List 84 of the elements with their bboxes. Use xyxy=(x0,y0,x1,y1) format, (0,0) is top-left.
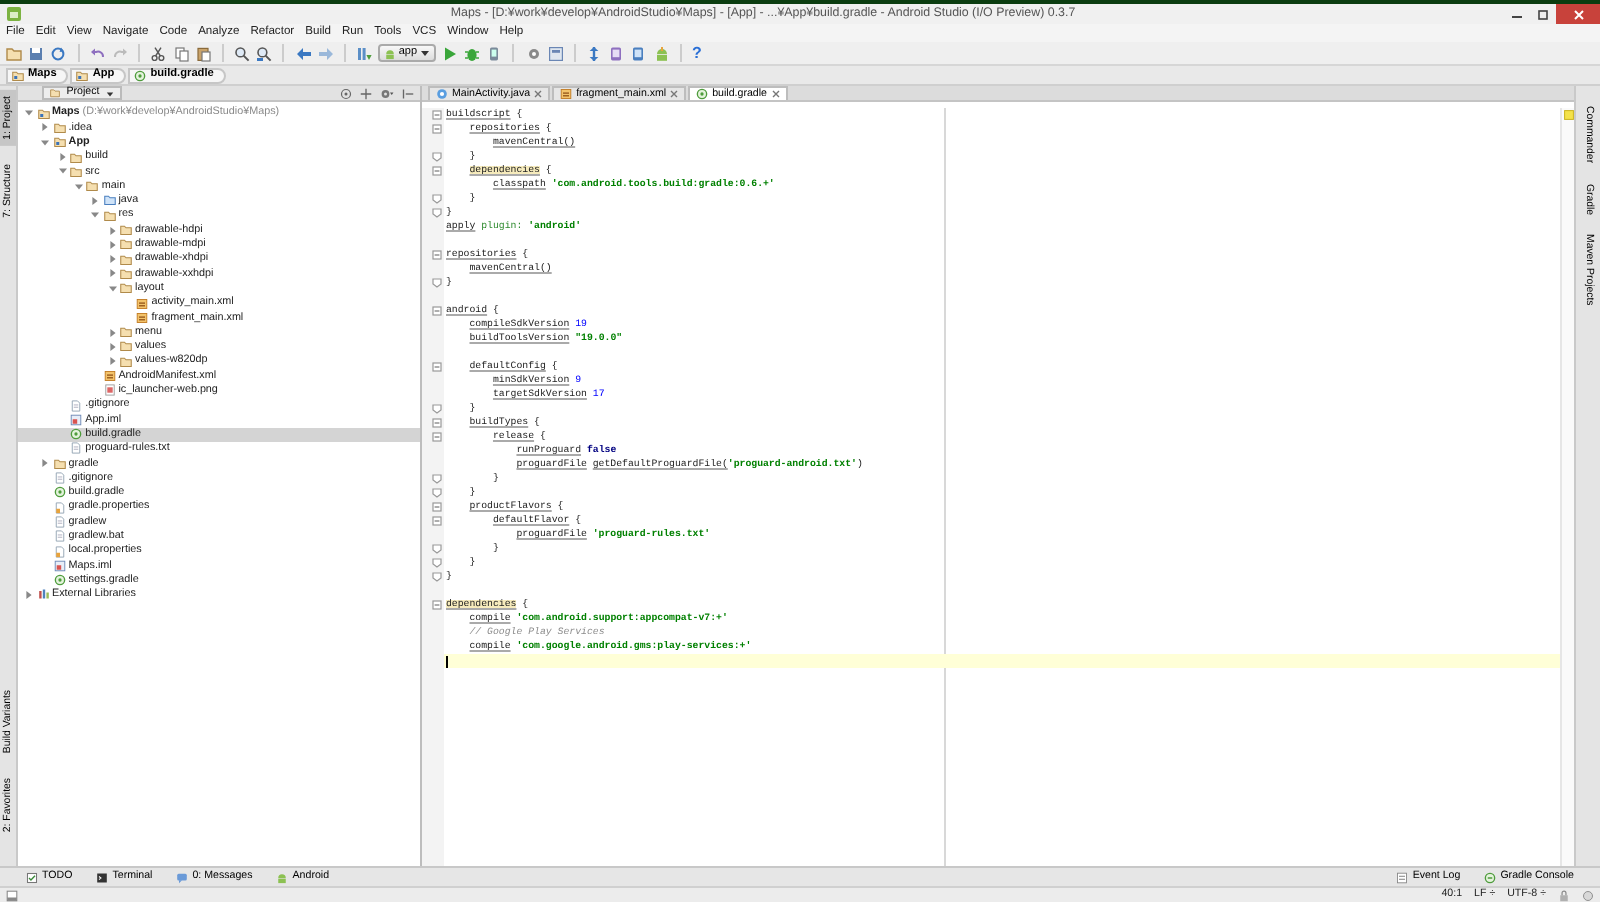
caret-down-icon[interactable] xyxy=(90,210,101,221)
caret-down-icon[interactable] xyxy=(73,181,84,192)
folder-icon xyxy=(12,69,24,81)
fold-icon[interactable] xyxy=(432,432,442,442)
back-icon[interactable] xyxy=(295,45,312,61)
caret-down-icon[interactable] xyxy=(107,283,117,294)
monitor-icon[interactable] xyxy=(630,45,647,61)
library-icon xyxy=(37,588,49,601)
settings-icon[interactable] xyxy=(380,87,394,99)
caret-right-icon[interactable] xyxy=(107,254,117,265)
avd-icon[interactable] xyxy=(608,45,625,61)
caret-right-icon[interactable] xyxy=(107,239,117,250)
copy-icon[interactable] xyxy=(173,45,189,61)
folder-icon xyxy=(53,457,66,470)
caret-right-icon[interactable] xyxy=(107,225,117,236)
fold-icon[interactable] xyxy=(432,404,442,414)
paste-icon[interactable] xyxy=(195,45,212,61)
caret-down-icon[interactable] xyxy=(57,166,68,177)
fold-icon[interactable] xyxy=(432,418,442,428)
caret-right-icon[interactable] xyxy=(107,341,117,352)
inspector-icon[interactable] xyxy=(1582,889,1594,901)
todo-icon xyxy=(26,871,38,883)
panel-toggle-icon[interactable] xyxy=(6,889,18,901)
target-icon[interactable] xyxy=(340,87,352,99)
file-icon xyxy=(560,87,573,100)
messages-icon xyxy=(176,871,189,883)
folder-icon xyxy=(76,69,89,81)
close-icon[interactable] xyxy=(534,89,543,98)
fold-icon[interactable] xyxy=(432,152,442,162)
file-icon xyxy=(134,69,147,81)
close-icon[interactable] xyxy=(670,89,679,98)
file-icon xyxy=(696,87,709,100)
fold-icon[interactable] xyxy=(432,250,442,260)
structure-icon[interactable] xyxy=(547,45,564,61)
caret-right-icon[interactable] xyxy=(57,152,68,163)
android-icon xyxy=(276,871,289,883)
caret-right-icon[interactable] xyxy=(40,122,51,133)
caret-right-icon[interactable] xyxy=(107,268,117,279)
caret-right-icon[interactable] xyxy=(90,195,101,206)
close-icon[interactable] xyxy=(771,89,779,98)
caret-right-icon[interactable] xyxy=(24,589,34,600)
fold-icon[interactable] xyxy=(432,600,442,610)
cut-icon[interactable] xyxy=(150,45,167,61)
build-icon[interactable] xyxy=(356,45,373,61)
debug-icon[interactable] xyxy=(463,45,480,61)
sdk-icon[interactable] xyxy=(653,45,670,61)
fold-icon[interactable] xyxy=(432,166,442,176)
sync-icon[interactable] xyxy=(50,45,67,61)
collapse-all-icon[interactable] xyxy=(360,87,372,99)
help-button[interactable]: ? xyxy=(692,45,702,61)
text-cursor xyxy=(446,655,448,667)
save-icon[interactable] xyxy=(28,45,45,61)
app-icon xyxy=(6,6,22,22)
console-icon xyxy=(1484,871,1497,883)
fold-icon[interactable] xyxy=(432,110,442,120)
fold-icon[interactable] xyxy=(432,362,442,372)
fold-icon[interactable] xyxy=(432,516,442,526)
close-icon xyxy=(1573,9,1583,19)
undo-icon[interactable] xyxy=(89,45,106,61)
folder-icon xyxy=(37,107,49,120)
attach-icon[interactable] xyxy=(486,45,503,61)
fold-icon[interactable] xyxy=(432,502,442,512)
caret-right-icon[interactable] xyxy=(40,458,51,469)
sync-project-icon[interactable] xyxy=(586,45,603,61)
settings-icon[interactable] xyxy=(525,45,541,61)
forward-icon[interactable] xyxy=(317,45,334,61)
caret-right-icon[interactable] xyxy=(107,327,117,338)
caret-down-icon[interactable] xyxy=(40,137,51,148)
fold-icon[interactable] xyxy=(432,278,442,288)
caret-down-icon xyxy=(419,48,430,58)
caret-down-icon[interactable] xyxy=(24,108,34,119)
close-button[interactable] xyxy=(1556,4,1600,24)
terminal-icon xyxy=(96,871,109,883)
log-icon xyxy=(1396,871,1409,883)
android-icon xyxy=(384,47,397,59)
status-indicator-icon xyxy=(1563,110,1573,120)
caret-right-icon[interactable] xyxy=(107,356,117,367)
lock-icon[interactable] xyxy=(1558,889,1570,901)
replace-icon[interactable] xyxy=(256,45,273,61)
fold-icon[interactable] xyxy=(432,306,442,316)
hide-panel-icon[interactable] xyxy=(402,87,414,99)
search-icon[interactable] xyxy=(234,45,251,61)
maximize-icon xyxy=(1538,9,1548,19)
fold-icon[interactable] xyxy=(432,124,442,134)
